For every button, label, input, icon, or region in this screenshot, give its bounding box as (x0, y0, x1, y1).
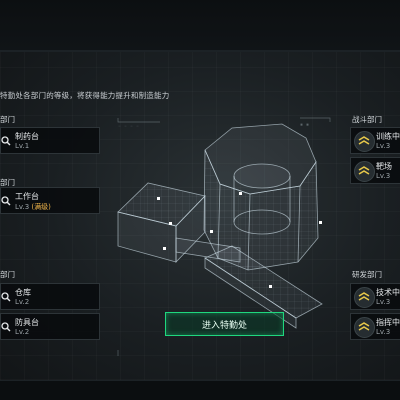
facility-name: 防具台 (15, 318, 39, 327)
hud-deco-text: ◦ ◦ ◦ ◦ (118, 124, 140, 130)
magnifier-icon[interactable] (1, 136, 11, 146)
enter-special-ops-button[interactable]: 进入特勤处 (165, 312, 284, 336)
facility-level: Lv.1 (15, 142, 30, 150)
facility-level: Lv.3 (376, 172, 391, 180)
facility-level: Lv.3 (376, 298, 391, 306)
poi-marker (319, 221, 322, 224)
max-level-tag: (满级) (31, 203, 51, 211)
facility-card-range[interactable]: 靶场 Lv.3 (350, 157, 400, 184)
tower-core (233, 163, 291, 189)
poi-marker (210, 230, 213, 233)
facility-name: 训练中 (376, 132, 400, 141)
facility-level: Lv.3 (376, 142, 391, 150)
facility-name: 靶场 (376, 162, 392, 171)
game-screen: ◦ ◦ ◦ ◦ ▪ ▪ 特勤处各部门的等级，将获得能力提升和制造能力 部门 部门… (0, 0, 400, 400)
magnifier-icon[interactable] (1, 292, 11, 302)
bottom-bar (0, 380, 400, 400)
facility-card-command[interactable]: 指挥中 Lv.3 (350, 313, 400, 340)
dept-label-combat: 战斗部门 (352, 115, 382, 124)
chevron-rank-icon (358, 136, 370, 145)
chevron-rank-icon (358, 322, 370, 331)
poi-marker (157, 197, 160, 200)
facility-card-workbench[interactable]: 工作台 Lv.3 (满级) (0, 187, 100, 214)
facility-card-tech[interactable]: 技术中 Lv.3 (350, 283, 400, 310)
facility-card-storage[interactable]: 仓库 Lv.2 (0, 283, 100, 310)
facility-name: 指挥中 (376, 318, 400, 327)
magnifier-icon[interactable] (1, 322, 11, 332)
hud-deco-text: ▪ ▪ (300, 122, 310, 128)
facility-name: 仓库 (15, 288, 31, 297)
dept-label-research: 研发部门 (352, 270, 382, 279)
poi-marker (169, 222, 172, 225)
page-hint: 特勤处各部门的等级，将获得能力提升和制造能力 (0, 91, 170, 100)
facility-level: Lv.3 (376, 328, 391, 336)
dept-label-left-3: 部门 (0, 270, 15, 279)
chevron-rank-icon (358, 292, 370, 301)
facility-level: Lv.3 (满级) (15, 203, 51, 211)
facility-card-pharmacy[interactable]: 制药台 Lv.1 (0, 127, 100, 154)
chevron-rank-icon (358, 166, 370, 175)
facility-name: 工作台 (15, 192, 39, 201)
facility-level: Lv.2 (15, 298, 30, 306)
dept-label-left-1: 部门 (0, 115, 15, 124)
poi-marker (239, 192, 242, 195)
facility-level: Lv.2 (15, 328, 30, 336)
poi-marker (269, 285, 272, 288)
magnifier-icon[interactable] (1, 196, 11, 206)
facility-name: 制药台 (15, 132, 39, 141)
poi-marker (163, 247, 166, 250)
enter-button-label: 进入特勤处 (201, 321, 247, 331)
facility-card-training[interactable]: 训练中 Lv.3 (350, 127, 400, 154)
facility-name: 技术中 (376, 288, 400, 297)
facility-card-armor[interactable]: 防具台 Lv.2 (0, 313, 100, 340)
